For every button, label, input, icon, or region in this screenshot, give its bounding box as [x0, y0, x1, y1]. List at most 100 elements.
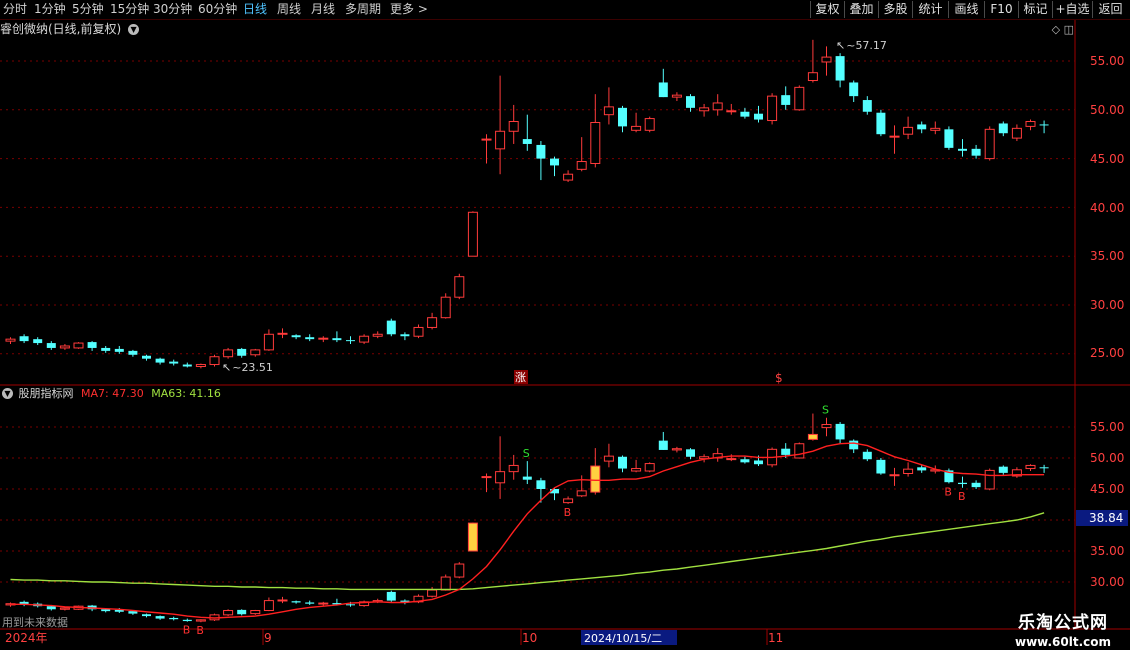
indicator-candle: [807, 433, 818, 440]
indicator-candle: [346, 604, 355, 606]
indicator-candle: [277, 599, 288, 602]
candle: [33, 339, 43, 344]
main-y-axis: 55.00 50.00 45.00 40.00 35.00 30.00 25.0…: [1090, 54, 1124, 360]
candle: [903, 126, 914, 135]
candle: [440, 296, 451, 319]
indicator-candle: [631, 468, 642, 472]
y-tick-label: 25.00: [1090, 346, 1124, 360]
candle: [209, 356, 220, 366]
candle: [658, 82, 668, 98]
candle: [305, 337, 315, 340]
candle: [917, 124, 927, 130]
candle: [699, 107, 710, 112]
kline-chart[interactable]: B BBB BSS 55.00 50.00 45.00 40.00 35.00 30…: [0, 0, 1130, 650]
candle: [169, 361, 179, 364]
indicator-candle: [644, 463, 655, 472]
y-tick-label: 50.00: [1090, 451, 1124, 465]
indicator-candle: [250, 610, 261, 615]
indicator-candle: [155, 616, 165, 619]
indicator-candle: [835, 423, 845, 440]
y-tick-label: 50.00: [1090, 103, 1124, 117]
candle: [467, 211, 478, 257]
indicator-candle: [522, 476, 532, 480]
candle: [767, 95, 778, 122]
candle: [195, 364, 206, 367]
indicator-candle: [169, 617, 179, 620]
dollar-marker: $: [775, 371, 783, 385]
indicator-candle: [440, 576, 451, 591]
chevron-down-icon[interactable]: ▼: [2, 388, 13, 399]
candle: [277, 332, 288, 335]
candle: [386, 320, 396, 335]
high-price-label: ↖~57.17: [836, 39, 887, 52]
candle: [128, 350, 138, 355]
indicator-candle: [291, 601, 301, 603]
indicator-candle: [318, 602, 329, 605]
indicator-candle: [195, 619, 206, 622]
buy-signal-marker: B: [196, 624, 204, 637]
candle: [889, 135, 900, 138]
buy-signal-marker: B: [958, 490, 966, 503]
indicator-candle: [889, 474, 900, 477]
indicator-candle: [1025, 464, 1036, 470]
x-label-month-9: 9: [264, 631, 272, 645]
indicator-candle: [467, 522, 478, 552]
indicator-candle: [876, 459, 886, 474]
indicator-candle: [237, 609, 247, 615]
indicator-candle: [754, 460, 763, 465]
indicator-y-axis: 55.00 50.00 45.00 35.00 30.00: [1090, 420, 1124, 589]
future-data-hint: 用到未来数据: [2, 616, 68, 629]
candle: [794, 86, 805, 111]
indicator-candle: [686, 449, 695, 457]
indicator-candle: [781, 448, 791, 455]
y-tick-label: 55.00: [1090, 54, 1124, 68]
indicator-candle: [305, 602, 315, 604]
candle: [87, 342, 97, 348]
candle: [101, 347, 111, 351]
x-label-year: 2024年: [5, 631, 48, 645]
indicator-candle: [917, 467, 927, 471]
candle: [631, 125, 642, 131]
indicator-candle: [386, 591, 396, 601]
indicator-candle: [998, 466, 1008, 473]
indicator-candle: [427, 589, 438, 597]
indicator-candle: [740, 459, 750, 463]
y-tick-label: 40.00: [1090, 201, 1124, 215]
candle: [413, 326, 424, 337]
candle: [536, 144, 546, 159]
candle: [1011, 127, 1022, 139]
candle: [671, 94, 682, 98]
indicator-candle: [128, 611, 138, 614]
candle: [372, 333, 383, 337]
candle: [862, 100, 872, 112]
candle: [835, 56, 845, 81]
candle: [944, 129, 954, 148]
y-tick-label: 45.00: [1090, 152, 1124, 166]
candle: [618, 107, 627, 127]
indicator-candle: [984, 469, 995, 490]
candle: [237, 348, 247, 356]
y-tick-label: 35.00: [1090, 544, 1124, 558]
indicator-candle: [536, 480, 546, 489]
indicator-candle: [576, 490, 587, 497]
indicator-candle: [495, 471, 506, 484]
candle: [291, 335, 301, 338]
candle: [250, 349, 261, 356]
y-tick-label: 30.00: [1090, 575, 1124, 589]
ma7-legend: MA7: 47.30: [81, 387, 144, 400]
indicator-candle: [971, 482, 981, 488]
candle: [590, 121, 601, 164]
indicator-candle: [182, 619, 192, 622]
candle: [930, 127, 941, 131]
indicator-candle: [481, 476, 492, 479]
sell-signal-marker: S: [523, 447, 530, 460]
candle: [481, 138, 492, 141]
candle: [332, 338, 342, 341]
candle: [454, 276, 465, 298]
x-axis: 2024年 9 10 2024/10/15/二 11: [5, 630, 783, 645]
indicator-candle: [958, 482, 967, 485]
value-badge-text: 38.84: [1089, 511, 1123, 525]
sell-signal-marker: S: [822, 404, 829, 417]
indicator-candle: [618, 456, 627, 469]
candle: [59, 345, 70, 349]
